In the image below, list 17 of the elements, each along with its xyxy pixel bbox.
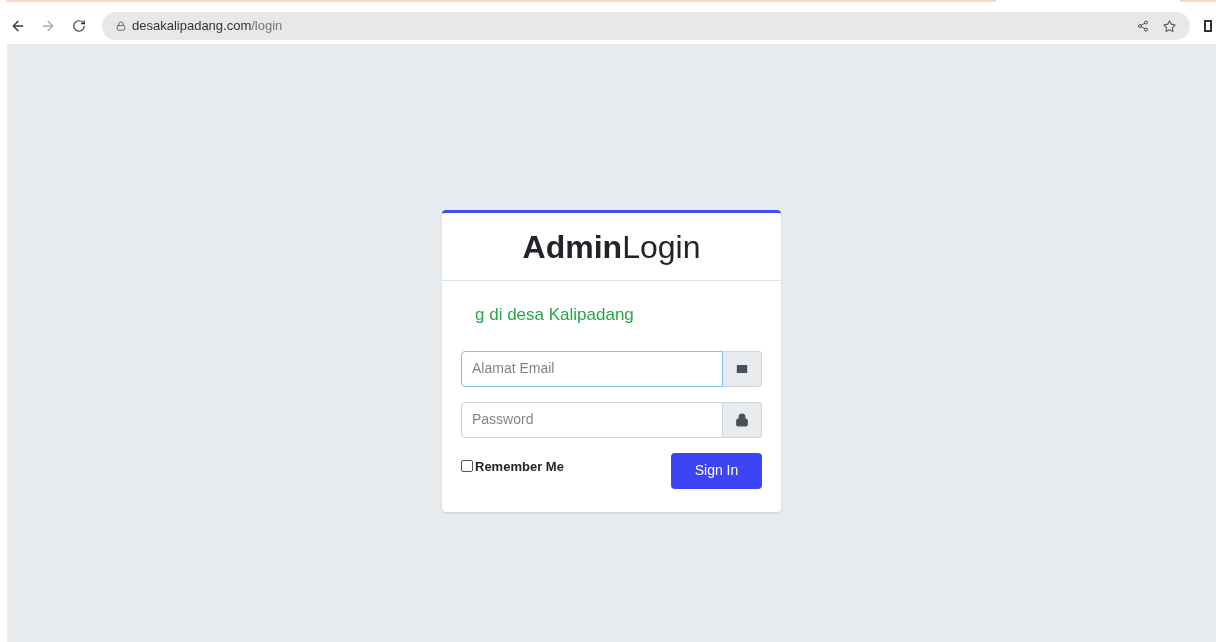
url-path: /login bbox=[251, 17, 283, 36]
remember-label[interactable]: Remember Me bbox=[475, 456, 564, 476]
lock-icon bbox=[735, 412, 749, 427]
bookmark-icon[interactable] bbox=[1163, 19, 1176, 33]
sign-in-button[interactable]: Sign In bbox=[671, 452, 762, 489]
login-title: AdminLogin bbox=[522, 227, 701, 267]
share-icon[interactable] bbox=[1137, 20, 1149, 32]
tab-icon[interactable] bbox=[1204, 20, 1212, 32]
lock-icon bbox=[116, 21, 126, 31]
remember-checkbox[interactable] bbox=[461, 460, 473, 473]
back-icon[interactable] bbox=[10, 18, 26, 34]
address-bar[interactable]: desakalipadang.com/login bbox=[102, 12, 1190, 40]
url-domain: desakalipadang.com bbox=[132, 17, 252, 36]
password-field[interactable]: Password bbox=[461, 401, 723, 438]
marquee-text: g di desa Kalipadang bbox=[475, 304, 635, 326]
email-field[interactable]: Alamat Email bbox=[461, 350, 723, 387]
reload-icon[interactable] bbox=[72, 19, 86, 33]
